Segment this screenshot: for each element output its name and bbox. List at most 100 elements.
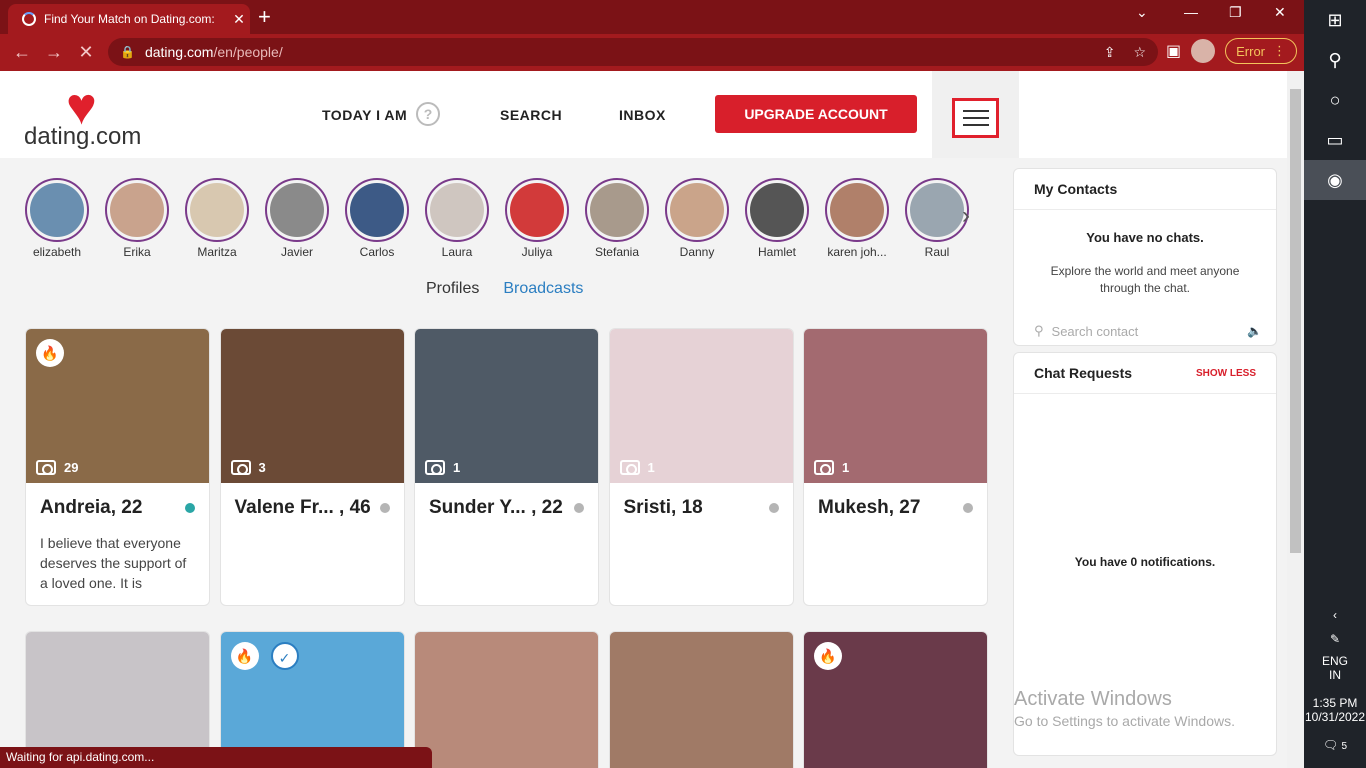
minimize-icon[interactable]: — [1184,4,1198,20]
story-item[interactable]: elizabeth [25,178,89,259]
profile-card[interactable]: 🔥 [803,631,988,768]
profile-photo[interactable]: 3 [220,329,404,483]
profile-photo[interactable]: 1 [609,329,793,483]
close-tab-icon[interactable]: ✕ [228,11,250,28]
tab-profiles[interactable]: Profiles [426,280,479,298]
search-contact-placeholder: Search contact [1051,323,1139,339]
story-photo [270,183,324,237]
clock-time[interactable]: 1:35 PM [1304,696,1366,710]
search-icon[interactable]: ⚲ [1304,40,1366,80]
story-photo [750,183,804,237]
story-avatar [265,178,329,242]
language-in[interactable]: IN [1304,668,1366,682]
dating-logo[interactable]: ♥ dating.com [24,81,144,151]
chat-requests-header: Chat Requests SHOW LESS [1014,353,1276,394]
story-item[interactable]: Raul [905,178,969,259]
cortana-icon[interactable]: ○ [1304,80,1366,120]
clock-date[interactable]: 10/31/2022 [1304,710,1366,724]
photo-count-value: 1 [842,460,850,475]
page-scrollbar[interactable] [1287,71,1304,768]
online-status-dot [185,503,195,513]
nav-today-i-am[interactable]: TODAY I AM [322,107,407,123]
bookmark-star-icon[interactable]: ☆ [1133,44,1146,61]
profile-name: Mukesh, 27 [818,497,921,518]
profile-photo[interactable]: 1 [415,329,598,483]
chevron-up-icon[interactable]: ‹ [1304,608,1366,632]
profile-photo[interactable]: 🔥 [804,632,987,768]
nav-search[interactable]: SEARCH [500,107,562,123]
back-icon[interactable]: ← [6,42,38,63]
profile-card[interactable] [608,631,794,768]
task-view-icon[interactable]: ▭ [1304,120,1366,160]
notification-center-icon[interactable]: 🗨 5 [1304,738,1366,768]
chevron-right-icon[interactable]: › [962,202,970,230]
restore-icon[interactable]: ❐ [1229,4,1242,21]
story-item[interactable]: karen joh... [825,178,889,259]
profile-card[interactable]: 1 Sunder Y... , 22 [414,328,599,606]
profile-name-line: Andreia, 22 [26,483,209,519]
scrollbar-thumb[interactable] [1290,89,1301,553]
nav-inbox[interactable]: INBOX [619,107,666,123]
story-avatar [745,178,809,242]
photo-count: 1 [814,460,849,475]
hamburger-menu-icon[interactable] [952,98,999,138]
address-bar[interactable]: 🔒 dating.com/en/people/ ⇪ ☆ [108,38,1158,66]
profile-avatar[interactable] [1191,39,1216,63]
share-icon[interactable]: ⇪ [1104,44,1116,61]
profile-card[interactable]: 🔥 29 Andreia, 22 I believe that everyone de… [25,328,210,606]
profile-card[interactable]: 1 Sristi, 18 [608,328,794,606]
story-avatar [345,178,409,242]
side-panel-icon[interactable]: ▣ [1166,41,1181,61]
notification-count: 5 [1341,741,1348,752]
profile-photo[interactable]: 🔥 29 [26,329,209,483]
error-button[interactable]: Error ⋮ [1225,38,1298,64]
story-photo [190,183,244,237]
profile-card[interactable]: 1 Mukesh, 27 [803,328,988,606]
story-item[interactable]: Javier [265,178,329,259]
chrome-icon[interactable]: ◉ [1304,160,1366,200]
profile-photo[interactable] [415,632,598,768]
upgrade-account-button[interactable]: UPGRADE ACCOUNT [715,95,917,133]
photo-count: 1 [619,460,655,475]
profile-card[interactable] [414,631,599,768]
camera-icon [814,460,834,475]
language-eng[interactable]: ENG [1304,654,1366,668]
browser-tab-bar: Find Your Match on Dating.com: ✕ + ⌄ — ❐… [0,0,1304,34]
story-item[interactable]: Stefania [585,178,649,259]
pen-icon[interactable]: ✎ [1304,632,1366,654]
kebab-menu-icon: ⋮ [1273,43,1287,58]
story-avatar [25,178,89,242]
lock-icon: 🔒 [120,45,135,59]
show-less-link[interactable]: SHOW LESS [1196,368,1256,379]
close-window-icon[interactable]: ✕ [1274,4,1286,21]
profile-photo[interactable]: 1 [804,329,987,483]
help-icon[interactable]: ? [416,102,440,126]
story-item[interactable]: Danny [665,178,729,259]
story-avatar [425,178,489,242]
search-contact-field[interactable]: ⚲ Search contact 🔈 [1034,323,1262,339]
new-tab-icon[interactable]: + [258,4,271,30]
story-item[interactable]: Erika [105,178,169,259]
browser-tab[interactable]: Find Your Match on Dating.com: ✕ [8,4,250,34]
tab-search-icon[interactable]: ⌄ [1136,4,1148,21]
windows-start-icon[interactable]: ⊞ [1304,0,1366,40]
photo-count-value: 29 [64,460,79,475]
story-avatar [665,178,729,242]
story-item[interactable]: Hamlet [745,178,809,259]
sound-icon[interactable]: 🔈 [1247,324,1262,338]
story-item[interactable]: Laura [425,178,489,259]
profile-name: Valene Fr... , 46 [234,497,371,518]
story-name: Javier [280,245,313,259]
camera-icon [619,460,640,475]
stop-loading-icon[interactable]: ✕ [70,42,102,63]
story-photo [30,183,84,237]
profile-photo[interactable] [609,632,793,768]
profile-card[interactable]: 3 Valene Fr... , 46 [219,328,405,606]
story-item[interactable]: Juliya [505,178,569,259]
forward-icon[interactable]: → [38,42,70,63]
tab-broadcasts[interactable]: Broadcasts [503,280,583,298]
status-bar: Waiting for api.dating.com... [0,747,432,768]
story-photo [430,183,484,237]
story-item[interactable]: Maritza [185,178,249,259]
story-item[interactable]: Carlos [345,178,409,259]
